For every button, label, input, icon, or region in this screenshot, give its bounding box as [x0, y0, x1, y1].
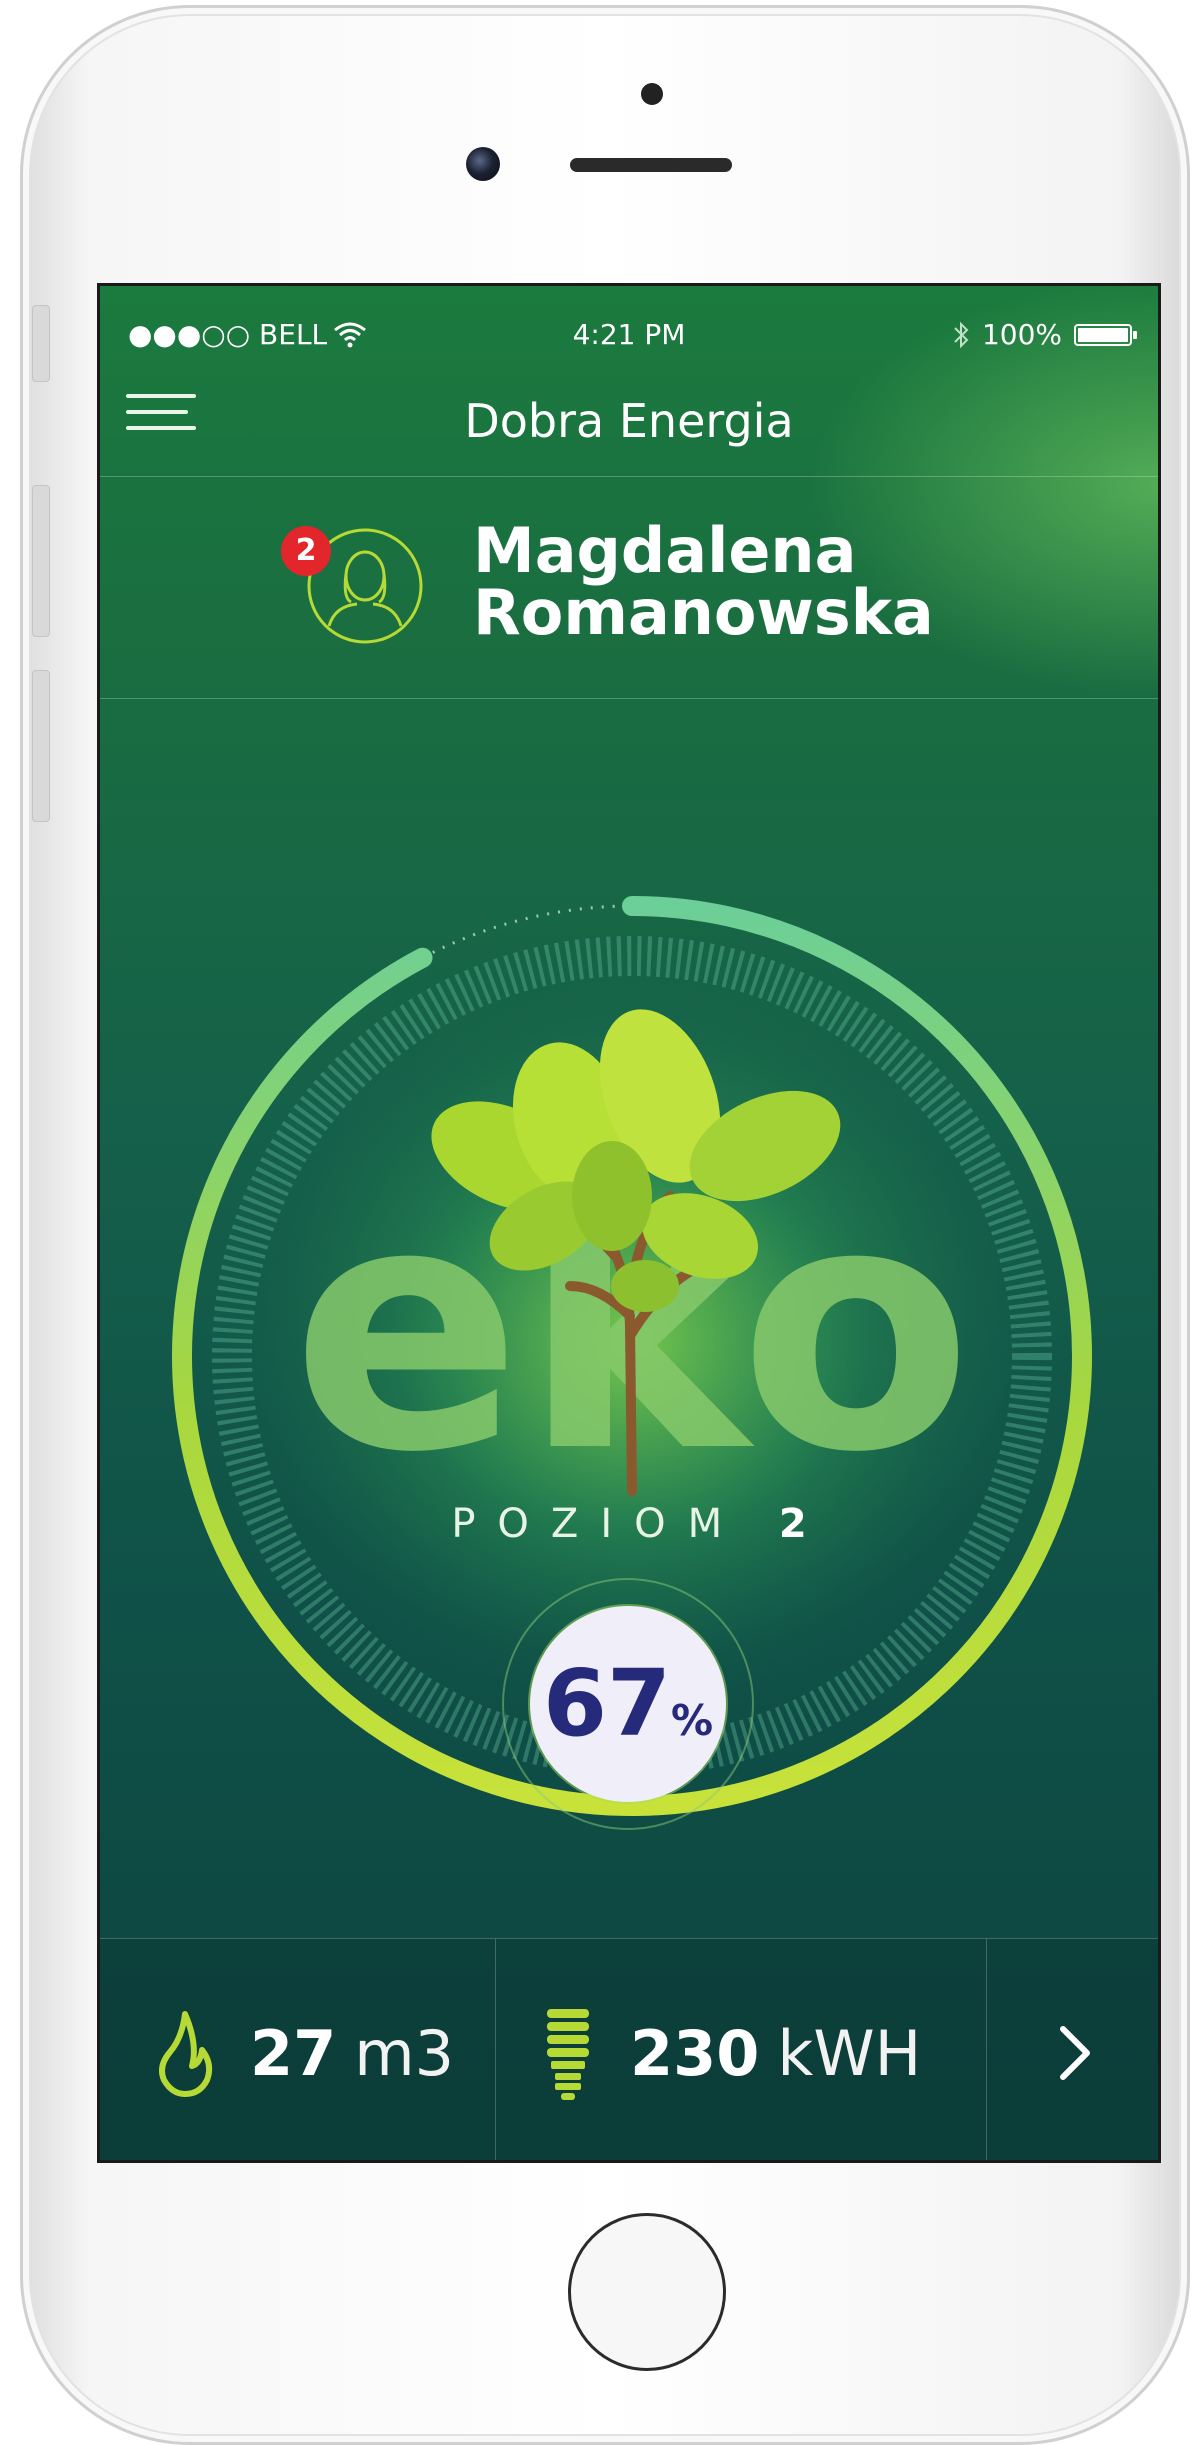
progress-unit: % [670, 1696, 714, 1745]
volume-up-button [32, 485, 50, 637]
user-first-name: Magdalena [473, 514, 857, 587]
flame-icon [159, 2011, 213, 2097]
front-camera [466, 147, 500, 181]
app-screen: ●●●○○ BELL 4:21 PM 100% Dobra Energia 2 … [97, 283, 1161, 2163]
next-button[interactable] [985, 1939, 1158, 2160]
gas-unit: m3 [354, 2016, 455, 2090]
gas-value: 27 [250, 2016, 337, 2090]
notification-badge[interactable]: 2 [281, 526, 331, 576]
proximity-sensor [641, 83, 663, 105]
energy-saving-bulb-icon [547, 2009, 589, 2100]
gas-usage[interactable]: 27 m3 [100, 1939, 495, 2160]
electricity-unit: kWH [777, 2016, 922, 2090]
status-bar: ●●●○○ BELL 4:21 PM 100% [100, 286, 1158, 366]
earpiece-speaker [570, 158, 732, 172]
level-text: POZIOM [451, 1501, 745, 1547]
user-name: Magdalena Romanowska [473, 520, 934, 644]
level-label: POZIOM 2 [100, 1501, 1158, 1547]
battery-percent: 100% [981, 318, 1062, 351]
mute-switch [32, 305, 50, 382]
bluetooth-icon [954, 321, 969, 348]
level-number: 2 [778, 1501, 807, 1547]
home-button[interactable] [568, 2213, 726, 2371]
page-title: Dobra Energia [464, 394, 794, 448]
nav-bar: Dobra Energia [100, 366, 1158, 477]
battery-icon [1074, 323, 1137, 346]
volume-down-button [32, 670, 50, 822]
progress-value: 67 [542, 1650, 671, 1757]
profile-header[interactable]: 2 Magdalena Romanowska [100, 476, 1158, 699]
usage-bar: 27 m3 230 kWH [100, 1938, 1158, 2160]
chevron-right-icon [1059, 2026, 1090, 2080]
electricity-usage[interactable]: 230 kWH [495, 1939, 987, 2160]
electricity-value: 230 [630, 2016, 760, 2090]
user-last-name: Romanowska [473, 576, 934, 649]
progress-percent-badge[interactable]: 67% [530, 1606, 726, 1802]
